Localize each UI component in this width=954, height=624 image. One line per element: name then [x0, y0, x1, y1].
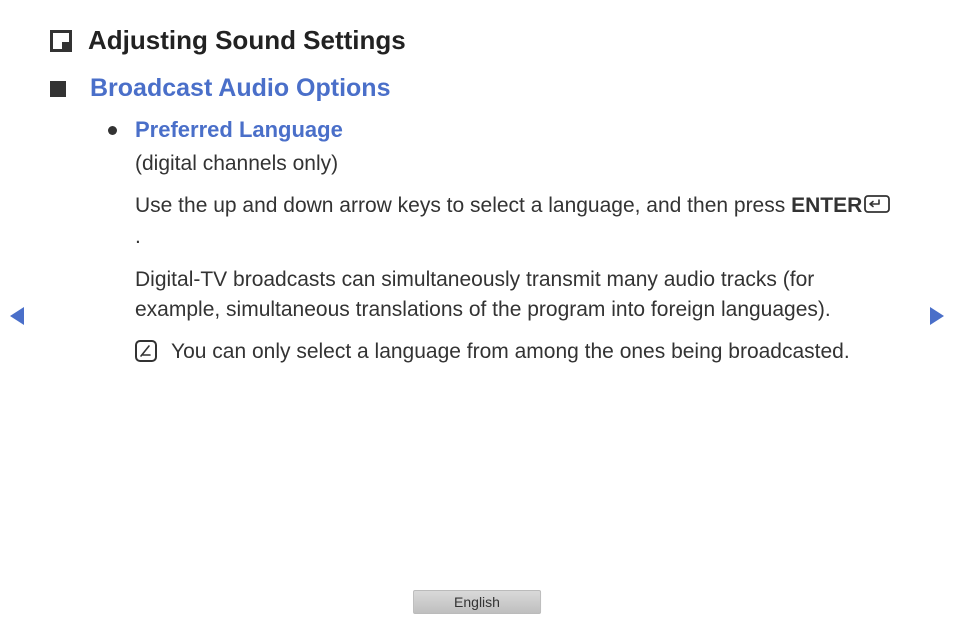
instruction-text: Use the up and down arrow keys to select… [135, 191, 894, 252]
page-content: Adjusting Sound Settings Broadcast Audio… [0, 0, 954, 368]
title-bullet-icon [50, 30, 72, 52]
dot-bullet-icon [108, 126, 117, 135]
nav-next-button[interactable] [928, 305, 946, 332]
subsection-heading: Preferred Language [135, 117, 343, 143]
section-heading: Broadcast Audio Options [90, 74, 390, 103]
subnote-text: (digital channels only) [135, 149, 894, 179]
section-bullet-icon [50, 81, 66, 97]
subsection-row: Preferred Language [108, 117, 894, 143]
note-text: You can only select a language from amon… [171, 337, 850, 367]
note-row: You can only select a language from amon… [135, 337, 894, 367]
enter-icon [864, 192, 890, 222]
section-row: Broadcast Audio Options [50, 74, 894, 103]
language-indicator: English [413, 590, 541, 614]
enter-label: ENTER [791, 194, 862, 217]
instruction-part2: . [135, 225, 141, 248]
description-text: Digital-TV broadcasts can simultaneously… [135, 265, 894, 326]
instruction-part1: Use the up and down arrow keys to select… [135, 194, 791, 217]
note-icon [135, 340, 157, 362]
title-row: Adjusting Sound Settings [50, 25, 894, 56]
page-title: Adjusting Sound Settings [88, 25, 406, 56]
nav-prev-button[interactable] [8, 305, 26, 332]
